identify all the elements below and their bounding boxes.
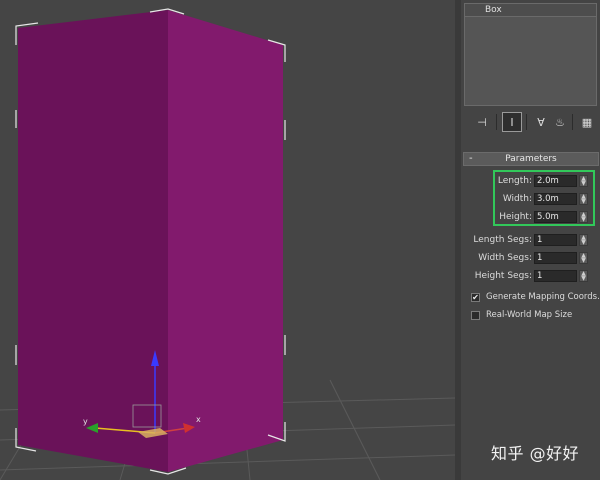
- gizmo-x-label: x: [196, 415, 201, 424]
- toolbar-divider: [526, 114, 527, 130]
- width-segs-row: Width Segs: 1 ▲ ▼: [461, 252, 600, 266]
- viewport-scene: x y: [0, 8, 455, 480]
- stack-toolbar: ⊣ I ∀ ♨ ▦: [464, 111, 600, 133]
- length-field[interactable]: 2.0m: [534, 175, 577, 187]
- command-panel: Box ⊣ I ∀ ♨ ▦ - Parameters Length: 2.0m …: [461, 0, 600, 480]
- make-unique-icon[interactable]: ∀: [531, 112, 551, 132]
- length-segs-label: Length Segs:: [473, 235, 532, 245]
- real-world-map-checkbox[interactable]: [471, 311, 480, 320]
- remove-modifier-icon[interactable]: ♨: [550, 112, 570, 132]
- gizmo-y-label: y: [83, 417, 88, 426]
- toolbar-divider: [572, 114, 573, 130]
- height-spinner[interactable]: ▲ ▼: [579, 211, 588, 223]
- height-segs-spinner[interactable]: ▲ ▼: [579, 270, 588, 282]
- length-label: Length:: [497, 176, 532, 186]
- parameters-rollout-header[interactable]: - Parameters: [463, 152, 599, 166]
- length-row: Length: 2.0m ▲ ▼: [461, 175, 600, 189]
- height-row: Height: 5.0m ▲ ▼: [461, 211, 600, 225]
- width-row: Width: 3.0m ▲ ▼: [461, 193, 600, 207]
- generate-mapping-label: Generate Mapping Coords.: [486, 292, 600, 302]
- pin-stack-icon[interactable]: ⊣: [472, 112, 492, 132]
- stack-item-box[interactable]: Box: [485, 5, 502, 15]
- width-field[interactable]: 3.0m: [534, 193, 577, 205]
- rollout-title: Parameters: [505, 154, 557, 164]
- watermark-text: 知乎 @好好: [491, 444, 580, 463]
- modifier-stack-list[interactable]: Box: [464, 3, 597, 106]
- width-segs-spinner[interactable]: ▲ ▼: [579, 252, 588, 264]
- show-end-result-icon[interactable]: I: [502, 112, 522, 132]
- height-field[interactable]: 5.0m: [534, 211, 577, 223]
- length-segs-spinner[interactable]: ▲ ▼: [579, 234, 588, 246]
- configure-modifier-sets-icon[interactable]: ▦: [577, 112, 597, 132]
- height-segs-field[interactable]: 1: [534, 270, 577, 282]
- height-segs-row: Height Segs: 1 ▲ ▼: [461, 270, 600, 284]
- length-segs-row: Length Segs: 1 ▲ ▼: [461, 234, 600, 248]
- toolbar-divider: [496, 114, 497, 130]
- box-left-face[interactable]: [18, 10, 168, 472]
- real-world-map-label: Real-World Map Size: [486, 310, 573, 320]
- collapse-icon[interactable]: -: [469, 153, 473, 165]
- perspective-viewport[interactable]: x y: [0, 0, 455, 480]
- parameters-rollout: - Parameters Length: 2.0m ▲ ▼ Width: 3.0m…: [461, 152, 600, 332]
- length-spinner[interactable]: ▲ ▼: [579, 175, 588, 187]
- generate-mapping-checkbox[interactable]: ✔: [471, 293, 480, 302]
- height-segs-label: Height Segs:: [474, 271, 532, 281]
- length-segs-field[interactable]: 1: [534, 234, 577, 246]
- width-spinner[interactable]: ▲ ▼: [579, 193, 588, 205]
- width-label: Width:: [502, 194, 532, 204]
- width-segs-label: Width Segs:: [478, 253, 532, 263]
- height-label: Height:: [499, 212, 532, 222]
- box-right-face[interactable]: [168, 10, 283, 472]
- width-segs-field[interactable]: 1: [534, 252, 577, 264]
